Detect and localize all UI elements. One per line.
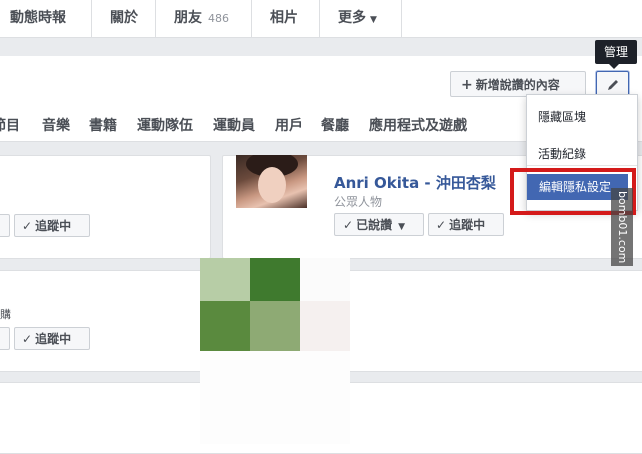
tab-label: 動態時報 xyxy=(10,10,66,26)
check-icon: ✓ xyxy=(22,332,33,346)
category-music[interactable]: 音樂 xyxy=(42,115,70,135)
avatar-face xyxy=(258,167,286,203)
follow-button[interactable]: ✓ 追蹤中 xyxy=(14,214,90,237)
check-icon: ✓ xyxy=(343,218,354,232)
tab-about[interactable]: 關於 xyxy=(92,0,156,37)
plus-icon: + xyxy=(461,77,473,93)
category-tv-shows[interactable]: 節目 xyxy=(0,115,20,135)
tooltip-text: 管理 xyxy=(603,45,628,59)
follow-label: 追蹤中 xyxy=(35,332,72,346)
mosaic-tile xyxy=(200,351,350,444)
tab-photos[interactable]: 相片 xyxy=(252,0,320,37)
profile-tab-bar: 動態時報 關於 朋友 486 相片 更多 ▼ xyxy=(0,0,642,38)
tab-label: 更多 xyxy=(338,10,366,26)
page-avatar[interactable] xyxy=(236,155,307,208)
tab-label: 朋友 xyxy=(174,10,202,26)
caret-down-icon: ▼ xyxy=(398,222,405,232)
tab-label: 關於 xyxy=(110,10,138,26)
liked-button[interactable]: ✓ 已說讚 ▼ xyxy=(334,213,424,236)
check-icon: ✓ xyxy=(436,218,447,232)
follow-label: 追蹤中 xyxy=(449,218,486,232)
category-people[interactable]: 用戶 xyxy=(275,115,303,135)
tab-timeline[interactable]: 動態時報 xyxy=(0,0,92,37)
tab-more[interactable]: 更多 ▼ xyxy=(320,0,402,37)
check-icon: ✓ xyxy=(22,219,33,233)
menu-item-hide-section[interactable]: 隱藏區塊 xyxy=(538,108,586,125)
follow-button[interactable]: ✓ 追蹤中 xyxy=(14,327,90,350)
mosaic-tile xyxy=(200,301,250,351)
site-watermark: bomb01.com xyxy=(611,188,633,266)
liked-button[interactable] xyxy=(0,214,10,237)
tab-label: 相片 xyxy=(270,10,298,26)
menu-item-activity-log[interactable]: 活動紀錄 xyxy=(538,145,586,162)
page-category: 公眾人物 xyxy=(334,195,383,209)
liked-button[interactable] xyxy=(0,327,10,350)
follow-label: 追蹤中 xyxy=(35,219,72,233)
mosaic-tile xyxy=(250,301,300,351)
tab-friends[interactable]: 朋友 486 xyxy=(156,0,252,37)
page-name-link[interactable]: Anri Okita - 沖田杏梨 xyxy=(334,172,496,193)
mosaic-tile xyxy=(250,258,300,301)
category-sports-teams[interactable]: 運動隊伍 xyxy=(137,115,193,135)
mosaic-tile xyxy=(300,301,350,351)
mosaic-tile xyxy=(200,258,250,301)
liked-label: 已說讚 xyxy=(356,218,393,232)
manage-tooltip: 管理 xyxy=(595,40,637,69)
category-athletes[interactable]: 運動員 xyxy=(213,115,255,135)
friends-count: 486 xyxy=(208,12,229,25)
caret-down-icon: ▼ xyxy=(370,15,377,25)
category-apps-games[interactable]: 應用程式及遊戲 xyxy=(369,115,467,135)
liked-page-card xyxy=(0,155,211,259)
mosaic-tile xyxy=(300,258,350,301)
category-books[interactable]: 書籍 xyxy=(89,115,117,135)
add-like-label: 新增說讚的內容 xyxy=(475,78,560,92)
category-restaurants[interactable]: 餐廳 xyxy=(321,115,349,135)
page-name-fragment: 購 xyxy=(0,308,11,321)
follow-button[interactable]: ✓ 追蹤中 xyxy=(428,213,504,236)
menu-divider xyxy=(527,165,637,166)
